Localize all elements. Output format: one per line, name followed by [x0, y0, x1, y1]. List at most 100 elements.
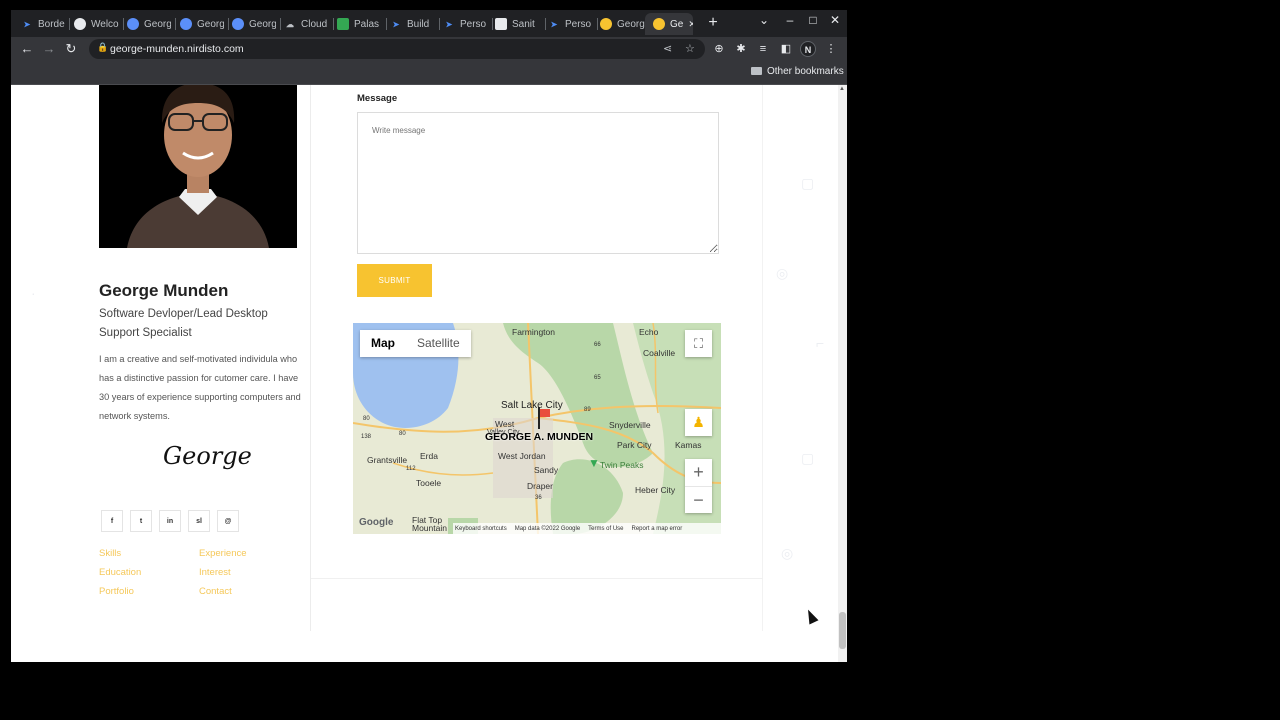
facebook-icon[interactable]: f: [101, 510, 123, 532]
map-marker-flag-icon[interactable]: [540, 409, 550, 417]
tab-label: Palas: [354, 18, 380, 30]
tab-favicon-icon: [127, 18, 139, 30]
nav-link-contact[interactable]: Contact: [199, 586, 232, 597]
background-decor: ⌐: [816, 335, 825, 351]
tab-11[interactable]: Georg: [600, 13, 645, 35]
tab-0[interactable]: ➤ Borde: [21, 13, 65, 35]
report-map-error-link[interactable]: Report a map error: [632, 526, 683, 532]
tab-search-icon[interactable]: ⌄: [754, 13, 774, 27]
map-place-label: Draper: [527, 481, 553, 491]
extension-icon[interactable]: ⊕: [711, 41, 727, 57]
profile-role: Software Devloper/Lead Desktop Support S…: [99, 308, 268, 339]
close-tab-icon[interactable]: ✕: [688, 19, 693, 30]
map-place-label: Snyderville: [609, 420, 651, 430]
map-type-map-button[interactable]: Map: [360, 330, 406, 357]
bookmark-star-icon[interactable]: ☆: [685, 42, 695, 55]
tab-12-active[interactable]: Ge ✕: [645, 13, 693, 35]
scrollbar-thumb[interactable]: [839, 612, 846, 649]
submit-button[interactable]: SUBMIT: [357, 264, 432, 297]
map-place-label: Echo: [639, 327, 659, 337]
map-type-control: Map Satellite: [360, 330, 471, 357]
map-place-label: Twin Peaks: [600, 460, 644, 470]
contact-section: Message SUBMIT: [311, 85, 763, 631]
tab-7[interactable]: ➤ Build: [390, 13, 435, 35]
tab-8[interactable]: ➤ Perso: [443, 13, 488, 35]
message-textarea[interactable]: [357, 112, 719, 254]
tab-favicon-icon: [74, 18, 86, 30]
map-place-label: Tooele: [416, 478, 442, 488]
tab-favicon-icon: [180, 18, 192, 30]
maximize-button[interactable]: □: [803, 13, 823, 27]
tab-label: Ge: [670, 18, 684, 30]
signature-image: George: [163, 442, 252, 470]
fullscreen-icon[interactable]: ⛶: [685, 330, 712, 357]
background-decor: ◎: [776, 265, 789, 281]
forward-icon[interactable]: →: [40, 40, 58, 58]
map-marker-label: GEORGE A. MUNDEN: [485, 431, 594, 443]
pegman-icon[interactable]: ♟: [685, 409, 712, 436]
nav-link-skills[interactable]: Skills: [99, 548, 121, 559]
url-text[interactable]: george-munden.nirdisto.com: [110, 43, 244, 55]
google-map[interactable]: Farmington Echo Coalville Salt Lake City…: [353, 323, 721, 534]
tab-6[interactable]: Palas: [337, 13, 382, 35]
nav-link-interest[interactable]: Interest: [199, 567, 231, 578]
nav-link-experience[interactable]: Experience: [199, 548, 247, 559]
address-bar[interactable]: 🔒 george-munden.nirdisto.com ⋖ ☆: [89, 39, 705, 59]
tab-5[interactable]: ☁ Cloud: [284, 13, 330, 35]
tab-label: Perso: [460, 18, 487, 30]
map-type-satellite-button[interactable]: Satellite: [406, 330, 471, 357]
zoom-in-icon[interactable]: +: [685, 459, 712, 486]
folder-icon: [751, 67, 762, 75]
terms-of-use-link[interactable]: Terms of Use: [588, 526, 623, 532]
tab-2[interactable]: Georg: [127, 13, 171, 35]
page-scrollbar[interactable]: ▲: [838, 85, 847, 662]
background-decor: ◎: [781, 545, 794, 561]
close-window-button[interactable]: ✕: [825, 13, 845, 27]
email-icon[interactable]: @: [217, 510, 239, 532]
reading-list-icon[interactable]: ≡: [755, 41, 771, 57]
tab-label: Sanit: [512, 18, 535, 30]
nav-link-education[interactable]: Education: [99, 567, 141, 578]
profile-sidebar: George Munden Software Devloper/Lead Des…: [85, 85, 311, 631]
share-icon[interactable]: ⋖: [663, 42, 672, 55]
back-icon[interactable]: ←: [18, 40, 36, 58]
tab-favicon-icon: ➤: [392, 19, 400, 29]
tab-10[interactable]: ➤ Perso: [548, 13, 593, 35]
reload-icon[interactable]: ↻: [62, 40, 80, 58]
profile-avatar[interactable]: N: [800, 41, 816, 57]
tab-1[interactable]: Welco: [74, 13, 119, 35]
message-label: Message: [357, 93, 398, 104]
route-shield: 66: [594, 342, 601, 348]
tab-label: Perso: [565, 18, 592, 30]
divider: [311, 578, 763, 579]
tab-4[interactable]: Georg: [232, 13, 276, 35]
tab-3[interactable]: Georg: [180, 13, 224, 35]
tab-favicon-icon: ➤: [445, 19, 453, 29]
zoom-out-icon[interactable]: −: [685, 486, 712, 513]
tab-favicon-icon: [495, 18, 507, 30]
keyboard-shortcuts-link[interactable]: Keyboard shortcuts: [455, 526, 507, 532]
side-panel-icon[interactable]: ◧: [778, 41, 794, 57]
tab-label: Georg: [197, 18, 224, 30]
twitter-icon[interactable]: t: [130, 510, 152, 532]
minimize-button[interactable]: –: [780, 13, 800, 27]
other-bookmarks[interactable]: Other bookmarks: [767, 66, 844, 77]
menu-kebab-icon[interactable]: ⋮: [823, 41, 839, 57]
scroll-up-icon[interactable]: ▲: [839, 86, 845, 92]
map-place-label: Heber City: [635, 485, 676, 495]
tab-favicon-icon: ➤: [23, 19, 31, 29]
route-shield: 80: [363, 416, 370, 422]
linkedin-icon[interactable]: in: [159, 510, 181, 532]
map-place-label: Flat Top Mountain: [412, 515, 447, 533]
google-logo: Google: [359, 517, 394, 528]
browser-toolbar: ← → ↻ 🔒 george-munden.nirdisto.com ⋖ ☆ ⊕…: [11, 37, 847, 61]
background-decor: ▢: [801, 450, 815, 466]
nav-link-portfolio[interactable]: Portfolio: [99, 586, 134, 597]
profile-card: George Munden Software Devloper/Lead Des…: [85, 85, 763, 631]
tab-9[interactable]: Sanit: [495, 13, 541, 35]
tab-strip: ➤ Borde Welco Georg Georg Georg ☁ Cloud Pa…: [11, 10, 847, 37]
slack-icon[interactable]: sl: [188, 510, 210, 532]
new-tab-button[interactable]: +: [703, 14, 723, 32]
extensions-puzzle-icon[interactable]: ✱: [733, 41, 749, 57]
map-place-label: Kamas: [675, 440, 702, 450]
